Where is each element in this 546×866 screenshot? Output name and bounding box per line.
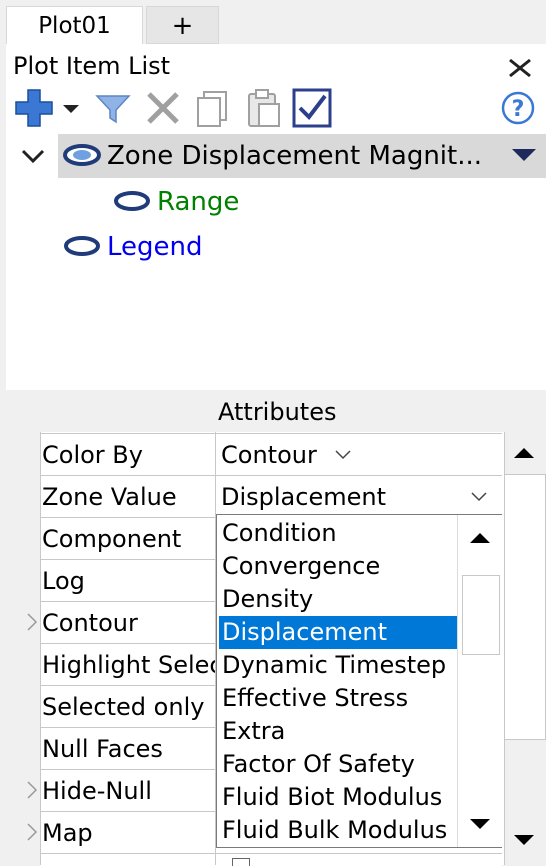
- up-arrow-icon: [470, 533, 490, 543]
- scroll-down-button[interactable]: [504, 820, 544, 860]
- tab-plot01[interactable]: Plot01: [6, 6, 143, 44]
- attr-label-zone-value: Zone Value: [40, 475, 215, 516]
- eye-icon[interactable]: [62, 142, 102, 168]
- dropdown-option[interactable]: Factor Of Safety: [222, 748, 415, 781]
- panel-title: Plot Item List: [13, 52, 171, 80]
- chevron-down-icon[interactable]: [60, 88, 82, 128]
- paste-icon[interactable]: [243, 88, 283, 128]
- eye-icon[interactable]: [62, 233, 102, 259]
- dropdown-option[interactable]: Fluid Bulk Modulus: [222, 814, 447, 847]
- down-arrow-icon: [470, 819, 490, 829]
- chevron-down-icon: [335, 450, 351, 460]
- attr-label-map: Map: [40, 811, 215, 852]
- expand-arrow-icon[interactable]: [26, 780, 38, 800]
- zone-value-select[interactable]: Displacement: [216, 475, 502, 516]
- expand-arrow-icon[interactable]: [26, 822, 38, 842]
- close-icon[interactable]: [505, 56, 535, 80]
- attr-label-component: Component: [40, 517, 215, 558]
- dropdown-option[interactable]: Fluid Biot Modulus: [222, 781, 442, 814]
- expand-arrow-icon[interactable]: [26, 612, 38, 632]
- table-row: [40, 853, 502, 866]
- dropdown-option[interactable]: Condition: [222, 517, 337, 550]
- down-arrow-icon: [514, 835, 534, 845]
- color-by-value: Contour: [221, 441, 317, 469]
- dropdown-option[interactable]: Density: [222, 583, 313, 616]
- dropdown-arrow-icon[interactable]: [510, 146, 538, 164]
- attributes-header: Attributes: [218, 398, 337, 426]
- dropdown-scroll-down[interactable]: [462, 807, 498, 841]
- attr-label-hide-null: Hide-Null: [40, 769, 215, 810]
- help-icon[interactable]: ?: [500, 88, 536, 128]
- attr-label-log: Log: [40, 559, 215, 600]
- attr-label-contour: Contour: [40, 601, 215, 642]
- up-arrow-icon: [514, 448, 534, 458]
- zone-value-dropdown-list[interactable]: Condition Convergence Density Displaceme…: [216, 514, 502, 848]
- tree-item-legend[interactable]: Legend: [107, 227, 203, 267]
- zone-value-value: Displacement: [221, 483, 386, 511]
- attr-label-null-faces: Null Faces: [40, 727, 215, 768]
- row-gutter: [6, 432, 40, 865]
- chevron-down-icon: [471, 492, 487, 502]
- dropdown-scrollbar[interactable]: [457, 515, 502, 847]
- eye-icon[interactable]: [112, 188, 152, 214]
- dropdown-scroll-up[interactable]: [462, 521, 498, 555]
- add-plot-item-icon[interactable]: [12, 88, 56, 128]
- copy-icon[interactable]: [193, 88, 233, 128]
- tree-item-zone-displacement[interactable]: Zone Displacement Magnit...: [107, 136, 482, 176]
- filter-icon[interactable]: [95, 88, 131, 128]
- dropdown-option[interactable]: Convergence: [222, 550, 380, 583]
- svg-text:?: ?: [512, 97, 525, 122]
- grid-line: [40, 432, 41, 865]
- checkbox-icon[interactable]: [292, 88, 334, 128]
- color-by-select[interactable]: Contour: [216, 433, 502, 474]
- dropdown-option[interactable]: Dynamic Timestep: [222, 649, 446, 682]
- scroll-thumb[interactable]: [504, 474, 546, 740]
- dropdown-option[interactable]: Extra: [222, 715, 285, 748]
- delete-icon[interactable]: [145, 88, 181, 128]
- dropdown-option-selected[interactable]: Displacement: [219, 616, 460, 649]
- add-tab-button[interactable]: +: [146, 6, 219, 44]
- attr-label-color-by: Color By: [40, 433, 215, 474]
- tree-item-range[interactable]: Range: [157, 182, 239, 222]
- attr-label-highlight-selected: Highlight Selec: [40, 643, 215, 684]
- dropdown-option[interactable]: Effective Stress: [222, 682, 408, 715]
- attr-label-selected-only: Selected only: [40, 685, 215, 726]
- dropdown-scroll-thumb[interactable]: [462, 575, 500, 655]
- chevron-down-icon[interactable]: [20, 144, 46, 168]
- scroll-up-button[interactable]: [504, 433, 544, 473]
